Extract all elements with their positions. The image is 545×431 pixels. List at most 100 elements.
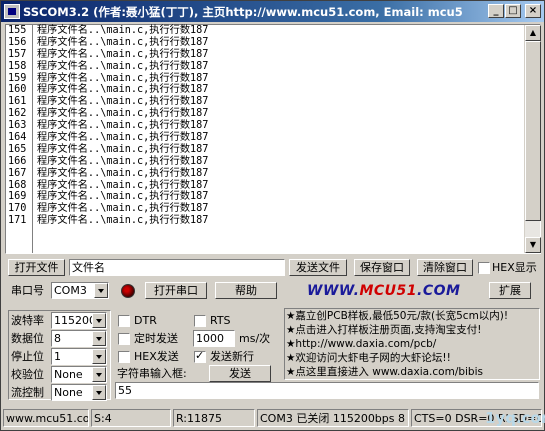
ad-line[interactable]: ★点击进入打样板注册页面,支持淘宝支付! bbox=[285, 323, 539, 337]
status-received: R:11875 bbox=[173, 409, 255, 427]
databits-select[interactable]: 8 bbox=[51, 330, 107, 347]
output-lines: 155 程序文件名..\main.c,执行行数187 156 程序文件名..\main… bbox=[6, 25, 526, 227]
line-text: 程序文件名..\main.c,执行行数187 bbox=[37, 191, 209, 203]
line-number: 168 bbox=[8, 179, 27, 191]
line-number: 157 bbox=[8, 48, 27, 60]
interval-field[interactable]: 1000 bbox=[193, 330, 235, 347]
line-number: 158 bbox=[8, 60, 27, 72]
chevron-down-icon[interactable] bbox=[92, 331, 106, 346]
open-file-button[interactable]: 打开文件 bbox=[8, 259, 65, 276]
parity-value: None bbox=[54, 368, 83, 381]
line-text: 程序文件名..\main.c,执行行数187 bbox=[37, 25, 209, 36]
output-line: 169 程序文件名..\main.c,执行行数187 bbox=[6, 191, 526, 203]
hex-display-label: HEX显示 bbox=[492, 261, 537, 274]
newline-label: 发送新行 bbox=[210, 350, 254, 363]
line-text: 程序文件名..\main.c,执行行数187 bbox=[37, 108, 209, 120]
title-bar[interactable]: SSCOM3.2 (作者:聂小猛(丁丁), 主页http://www.mcu51… bbox=[1, 1, 544, 22]
hex-send-checkbox[interactable] bbox=[118, 351, 130, 363]
output-line: 157 程序文件名..\main.c,执行行数187 bbox=[6, 49, 526, 61]
expand-button[interactable]: 扩展 bbox=[489, 282, 531, 299]
baud-value: 115200 bbox=[54, 314, 96, 327]
receive-output[interactable]: 155 程序文件名..\main.c,执行行数187 156 程序文件名..\main… bbox=[5, 24, 541, 254]
scroll-thumb[interactable] bbox=[525, 41, 541, 221]
dtr-checkbox[interactable] bbox=[118, 315, 130, 327]
port-status-led-icon bbox=[121, 284, 135, 298]
clear-window-button[interactable]: 清除窗口 bbox=[417, 259, 473, 276]
interval-unit: ms/次 bbox=[239, 332, 271, 345]
line-text: 程序文件名..\main.c,执行行数187 bbox=[37, 36, 209, 48]
save-window-button[interactable]: 保存窗口 bbox=[354, 259, 410, 276]
output-line: 162 程序文件名..\main.c,执行行数187 bbox=[6, 108, 526, 120]
dtr-label: DTR bbox=[134, 314, 157, 327]
line-number: 169 bbox=[8, 191, 27, 203]
output-line: 155 程序文件名..\main.c,执行行数187 bbox=[6, 25, 526, 37]
rts-checkbox[interactable] bbox=[194, 315, 206, 327]
hex-display-checkbox[interactable] bbox=[478, 262, 490, 274]
line-number: 156 bbox=[8, 36, 27, 48]
output-line: 163 程序文件名..\main.c,执行行数187 bbox=[6, 120, 526, 132]
ad-line[interactable]: ★嘉立创PCB样板,最低50元/款(长宽5cm以内)! bbox=[285, 309, 539, 323]
parity-label: 校验位 bbox=[11, 368, 44, 381]
line-number: 171 bbox=[8, 215, 27, 227]
chevron-down-icon[interactable] bbox=[92, 349, 106, 364]
line-number: 163 bbox=[8, 120, 27, 132]
output-line: 170 程序文件名..\main.c,执行行数187 bbox=[6, 203, 526, 215]
ad-line[interactable]: ★欢迎访问大虾电子网的大虾论坛!! bbox=[285, 351, 539, 365]
port-select[interactable]: COM3 bbox=[51, 282, 109, 299]
send-file-button[interactable]: 发送文件 bbox=[289, 259, 347, 276]
hex-send-label: HEX发送 bbox=[134, 350, 179, 363]
line-number: 162 bbox=[8, 108, 27, 120]
baud-label: 波特率 bbox=[11, 314, 44, 327]
line-number: 155 bbox=[8, 25, 27, 36]
stopbits-select[interactable]: 1 bbox=[51, 348, 107, 365]
send-input[interactable]: 55 bbox=[115, 382, 539, 399]
flow-select[interactable]: None bbox=[51, 384, 107, 401]
logo-suffix: .COM bbox=[417, 283, 461, 299]
open-port-button[interactable]: 打开串口 bbox=[145, 282, 207, 299]
scroll-up-button[interactable]: ▲ bbox=[525, 25, 541, 41]
output-line: 160 程序文件名..\main.c,执行行数187 bbox=[6, 84, 526, 96]
app-window: SSCOM3.2 (作者:聂小猛(丁丁), 主页http://www.mcu51… bbox=[0, 0, 545, 431]
minimize-button[interactable]: _ bbox=[488, 4, 504, 18]
line-number: 159 bbox=[8, 72, 27, 84]
filename-field[interactable]: 文件名 bbox=[69, 259, 285, 276]
timed-send-checkbox[interactable] bbox=[118, 333, 130, 345]
output-line: 159 程序文件名..\main.c,执行行数187 bbox=[6, 73, 526, 85]
line-number: 160 bbox=[8, 84, 27, 96]
chevron-down-icon[interactable] bbox=[92, 313, 106, 328]
baud-select[interactable]: 115200 bbox=[51, 312, 107, 329]
port-label: 串口号 bbox=[11, 284, 44, 297]
ad-line[interactable]: ★点这里直接进入 www.daxia.com/bibis bbox=[285, 365, 539, 379]
line-number: 165 bbox=[8, 143, 27, 155]
line-text: 程序文件名..\main.c,执行行数187 bbox=[37, 179, 209, 191]
scroll-down-button[interactable]: ▼ bbox=[525, 237, 541, 253]
line-text: 程序文件名..\main.c,执行行数187 bbox=[37, 84, 209, 96]
ad-line[interactable]: ★http://www.daxia.com/pcb/ bbox=[285, 337, 539, 351]
close-button[interactable]: × bbox=[525, 4, 541, 18]
vertical-scrollbar[interactable]: ▲ ▼ bbox=[524, 25, 541, 253]
chevron-down-icon[interactable] bbox=[92, 385, 106, 400]
line-text: 程序文件名..\main.c,执行行数187 bbox=[37, 120, 209, 132]
ad-panel: ★嘉立创PCB样板,最低50元/款(长宽5cm以内)! ★点击进入打样板注册页面… bbox=[284, 308, 540, 380]
line-text: 程序文件名..\main.c,执行行数187 bbox=[37, 48, 209, 60]
logo-prefix: WWW. bbox=[307, 283, 360, 299]
line-text: 程序文件名..\main.c,执行行数187 bbox=[37, 143, 209, 155]
newline-checkbox[interactable] bbox=[194, 349, 206, 363]
send-button[interactable]: 发送 bbox=[209, 365, 271, 382]
help-button[interactable]: 帮助 bbox=[215, 282, 277, 299]
line-number: 164 bbox=[8, 132, 27, 144]
line-text: 程序文件名..\main.c,执行行数187 bbox=[37, 167, 209, 179]
maximize-button[interactable]: □ bbox=[505, 4, 521, 18]
status-site: www.mcu51.com bbox=[3, 409, 89, 427]
mcu51-logo[interactable]: WWW.MCU51.COM bbox=[307, 283, 460, 299]
watermark: 1yq.com bbox=[485, 409, 545, 427]
parity-select[interactable]: None bbox=[51, 366, 107, 383]
chevron-down-icon[interactable] bbox=[92, 367, 106, 382]
line-number: 166 bbox=[8, 155, 27, 167]
output-line: 156 程序文件名..\main.c,执行行数187 bbox=[6, 37, 526, 49]
logo-mid: MCU51 bbox=[359, 283, 417, 299]
window-title: SSCOM3.2 (作者:聂小猛(丁丁), 主页http://www.mcu51… bbox=[23, 5, 463, 19]
port-value: COM3 bbox=[54, 284, 87, 297]
chevron-down-icon[interactable] bbox=[94, 283, 108, 298]
rts-label: RTS bbox=[210, 314, 231, 327]
